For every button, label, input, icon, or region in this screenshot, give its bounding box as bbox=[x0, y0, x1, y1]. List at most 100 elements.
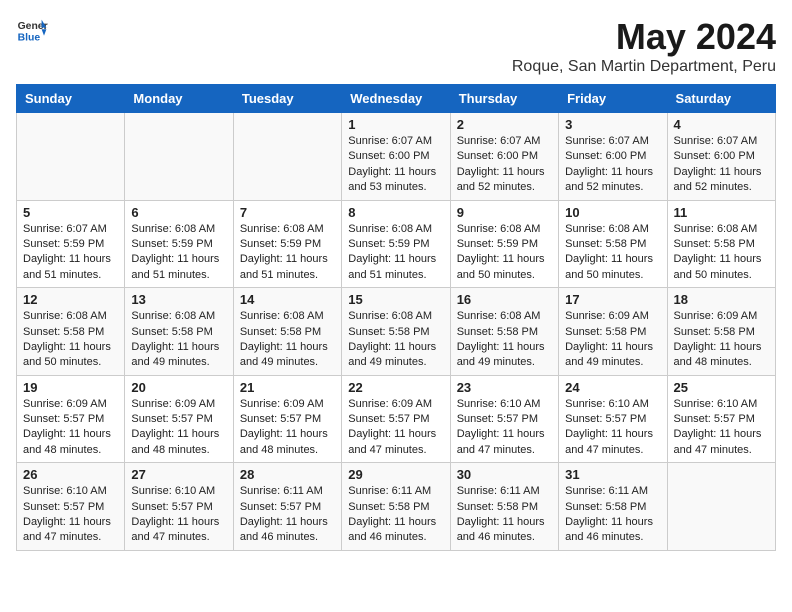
day-info: Sunrise: 6:10 AM Sunset: 5:57 PM Dayligh… bbox=[131, 484, 226, 546]
calendar-cell: 15 Sunrise: 6:08 AM Sunset: 5:58 PM Dayli… bbox=[342, 288, 450, 376]
day-number: 24 bbox=[565, 380, 660, 395]
day-info: Sunrise: 6:08 AM Sunset: 5:59 PM Dayligh… bbox=[457, 222, 552, 284]
header-day-saturday: Saturday bbox=[667, 85, 775, 113]
day-info: Sunrise: 6:07 AM Sunset: 6:00 PM Dayligh… bbox=[457, 134, 552, 196]
calendar-cell bbox=[125, 113, 233, 201]
day-number: 9 bbox=[457, 205, 552, 220]
header: General Blue May 2024 Roque, San Martin … bbox=[16, 16, 776, 76]
day-number: 3 bbox=[565, 117, 660, 132]
day-number: 21 bbox=[240, 380, 335, 395]
day-number: 27 bbox=[131, 467, 226, 482]
day-number: 15 bbox=[348, 292, 443, 307]
header-day-wednesday: Wednesday bbox=[342, 85, 450, 113]
logo: General Blue bbox=[16, 16, 48, 44]
calendar-cell: 12Sunrise: 6:08 AM Sunset: 5:58 PM Dayli… bbox=[17, 288, 125, 376]
day-info: Sunrise: 6:09 AM Sunset: 5:58 PM Dayligh… bbox=[565, 309, 660, 371]
day-info: Sunrise: 6:08 AM Sunset: 5:58 PM Dayligh… bbox=[23, 309, 118, 371]
day-number: 20 bbox=[131, 380, 226, 395]
calendar-cell: 7 Sunrise: 6:08 AM Sunset: 5:59 PM Daylig… bbox=[233, 200, 341, 288]
day-info: Sunrise: 6:08 AM Sunset: 5:59 PM Dayligh… bbox=[348, 222, 443, 284]
calendar-cell: 2 Sunrise: 6:07 AM Sunset: 6:00 PM Daylig… bbox=[450, 113, 558, 201]
day-info: Sunrise: 6:11 AM Sunset: 5:57 PM Dayligh… bbox=[240, 484, 335, 546]
day-info: Sunrise: 6:09 AM Sunset: 5:57 PM Dayligh… bbox=[131, 397, 226, 459]
calendar-cell: 25 Sunrise: 6:10 AM Sunset: 5:57 PM Dayli… bbox=[667, 375, 775, 463]
calendar-cell: 16Sunrise: 6:08 AM Sunset: 5:58 PM Dayli… bbox=[450, 288, 558, 376]
calendar-cell: 30 Sunrise: 6:11 AM Sunset: 5:58 PM Dayli… bbox=[450, 463, 558, 551]
calendar-cell bbox=[17, 113, 125, 201]
day-info: Sunrise: 6:09 AM Sunset: 5:57 PM Dayligh… bbox=[23, 397, 118, 459]
calendar-cell: 21 Sunrise: 6:09 AM Sunset: 5:57 PM Dayli… bbox=[233, 375, 341, 463]
week-row-1: 1 Sunrise: 6:07 AM Sunset: 6:00 PM Daylig… bbox=[17, 113, 776, 201]
svg-text:Blue: Blue bbox=[18, 32, 41, 43]
calendar-cell: 13Sunrise: 6:08 AM Sunset: 5:58 PM Dayli… bbox=[125, 288, 233, 376]
day-number: 19 bbox=[23, 380, 118, 395]
day-info: Sunrise: 6:10 AM Sunset: 5:57 PM Dayligh… bbox=[565, 397, 660, 459]
header-day-friday: Friday bbox=[559, 85, 667, 113]
day-number: 29 bbox=[348, 467, 443, 482]
day-info: Sunrise: 6:08 AM Sunset: 5:58 PM Dayligh… bbox=[457, 309, 552, 371]
calendar-cell: 28 Sunrise: 6:11 AM Sunset: 5:57 PM Dayli… bbox=[233, 463, 341, 551]
day-number: 14 bbox=[240, 292, 335, 307]
week-row-4: 19 Sunrise: 6:09 AM Sunset: 5:57 PM Dayli… bbox=[17, 375, 776, 463]
calendar-cell: 6 Sunrise: 6:08 AM Sunset: 5:59 PM Daylig… bbox=[125, 200, 233, 288]
week-row-5: 26 Sunrise: 6:10 AM Sunset: 5:57 PM Dayli… bbox=[17, 463, 776, 551]
day-info: Sunrise: 6:11 AM Sunset: 5:58 PM Dayligh… bbox=[348, 484, 443, 546]
location: Roque, San Martin Department, Peru bbox=[512, 58, 776, 76]
day-info: Sunrise: 6:09 AM Sunset: 5:57 PM Dayligh… bbox=[348, 397, 443, 459]
calendar-cell: 26Sunrise: 6:10 AM Sunset: 5:57 PM Dayli… bbox=[17, 463, 125, 551]
day-number: 4 bbox=[674, 117, 769, 132]
day-number: 28 bbox=[240, 467, 335, 482]
day-number: 22 bbox=[348, 380, 443, 395]
calendar-cell bbox=[233, 113, 341, 201]
day-info: Sunrise: 6:07 AM Sunset: 6:00 PM Dayligh… bbox=[674, 134, 769, 196]
day-info: Sunrise: 6:08 AM Sunset: 5:58 PM Dayligh… bbox=[565, 222, 660, 284]
day-number: 30 bbox=[457, 467, 552, 482]
calendar-cell: 11 Sunrise: 6:08 AM Sunset: 5:58 PM Dayli… bbox=[667, 200, 775, 288]
day-number: 5 bbox=[23, 205, 118, 220]
day-number: 18 bbox=[674, 292, 769, 307]
day-info: Sunrise: 6:07 AM Sunset: 5:59 PM Dayligh… bbox=[23, 222, 118, 284]
calendar-cell: 18 Sunrise: 6:09 AM Sunset: 5:58 PM Dayli… bbox=[667, 288, 775, 376]
day-number: 11 bbox=[674, 205, 769, 220]
calendar-cell: 24 Sunrise: 6:10 AM Sunset: 5:57 PM Dayli… bbox=[559, 375, 667, 463]
logo-icon: General Blue bbox=[16, 16, 48, 44]
day-number: 26 bbox=[23, 467, 118, 482]
calendar-cell: 1 Sunrise: 6:07 AM Sunset: 6:00 PM Daylig… bbox=[342, 113, 450, 201]
calendar-table: SundayMondayTuesdayWednesdayThursdayFrid… bbox=[16, 84, 776, 551]
day-number: 25 bbox=[674, 380, 769, 395]
day-info: Sunrise: 6:11 AM Sunset: 5:58 PM Dayligh… bbox=[457, 484, 552, 546]
title-area: May 2024 Roque, San Martin Department, P… bbox=[512, 16, 776, 76]
day-info: Sunrise: 6:11 AM Sunset: 5:58 PM Dayligh… bbox=[565, 484, 660, 546]
week-row-3: 12Sunrise: 6:08 AM Sunset: 5:58 PM Dayli… bbox=[17, 288, 776, 376]
day-number: 17 bbox=[565, 292, 660, 307]
day-number: 13 bbox=[131, 292, 226, 307]
day-info: Sunrise: 6:07 AM Sunset: 6:00 PM Dayligh… bbox=[348, 134, 443, 196]
day-info: Sunrise: 6:08 AM Sunset: 5:58 PM Dayligh… bbox=[674, 222, 769, 284]
day-number: 6 bbox=[131, 205, 226, 220]
day-number: 1 bbox=[348, 117, 443, 132]
day-info: Sunrise: 6:09 AM Sunset: 5:57 PM Dayligh… bbox=[240, 397, 335, 459]
calendar-cell: 17 Sunrise: 6:09 AM Sunset: 5:58 PM Dayli… bbox=[559, 288, 667, 376]
header-day-tuesday: Tuesday bbox=[233, 85, 341, 113]
calendar-cell: 29 Sunrise: 6:11 AM Sunset: 5:58 PM Dayli… bbox=[342, 463, 450, 551]
calendar-cell: 19 Sunrise: 6:09 AM Sunset: 5:57 PM Dayli… bbox=[17, 375, 125, 463]
day-info: Sunrise: 6:08 AM Sunset: 5:58 PM Dayligh… bbox=[348, 309, 443, 371]
header-day-thursday: Thursday bbox=[450, 85, 558, 113]
calendar-cell: 9 Sunrise: 6:08 AM Sunset: 5:59 PM Daylig… bbox=[450, 200, 558, 288]
day-info: Sunrise: 6:10 AM Sunset: 5:57 PM Dayligh… bbox=[674, 397, 769, 459]
calendar-cell: 20 Sunrise: 6:09 AM Sunset: 5:57 PM Dayli… bbox=[125, 375, 233, 463]
day-number: 7 bbox=[240, 205, 335, 220]
day-info: Sunrise: 6:08 AM Sunset: 5:59 PM Dayligh… bbox=[240, 222, 335, 284]
calendar-cell: 3Sunrise: 6:07 AM Sunset: 6:00 PM Daylig… bbox=[559, 113, 667, 201]
day-number: 8 bbox=[348, 205, 443, 220]
day-info: Sunrise: 6:08 AM Sunset: 5:59 PM Dayligh… bbox=[131, 222, 226, 284]
day-number: 31 bbox=[565, 467, 660, 482]
day-info: Sunrise: 6:09 AM Sunset: 5:58 PM Dayligh… bbox=[674, 309, 769, 371]
calendar-cell: 22 Sunrise: 6:09 AM Sunset: 5:57 PM Dayli… bbox=[342, 375, 450, 463]
header-day-monday: Monday bbox=[125, 85, 233, 113]
day-info: Sunrise: 6:10 AM Sunset: 5:57 PM Dayligh… bbox=[457, 397, 552, 459]
month-year: May 2024 bbox=[512, 16, 776, 58]
day-number: 2 bbox=[457, 117, 552, 132]
day-number: 10 bbox=[565, 205, 660, 220]
calendar-cell: 27 Sunrise: 6:10 AM Sunset: 5:57 PM Dayli… bbox=[125, 463, 233, 551]
